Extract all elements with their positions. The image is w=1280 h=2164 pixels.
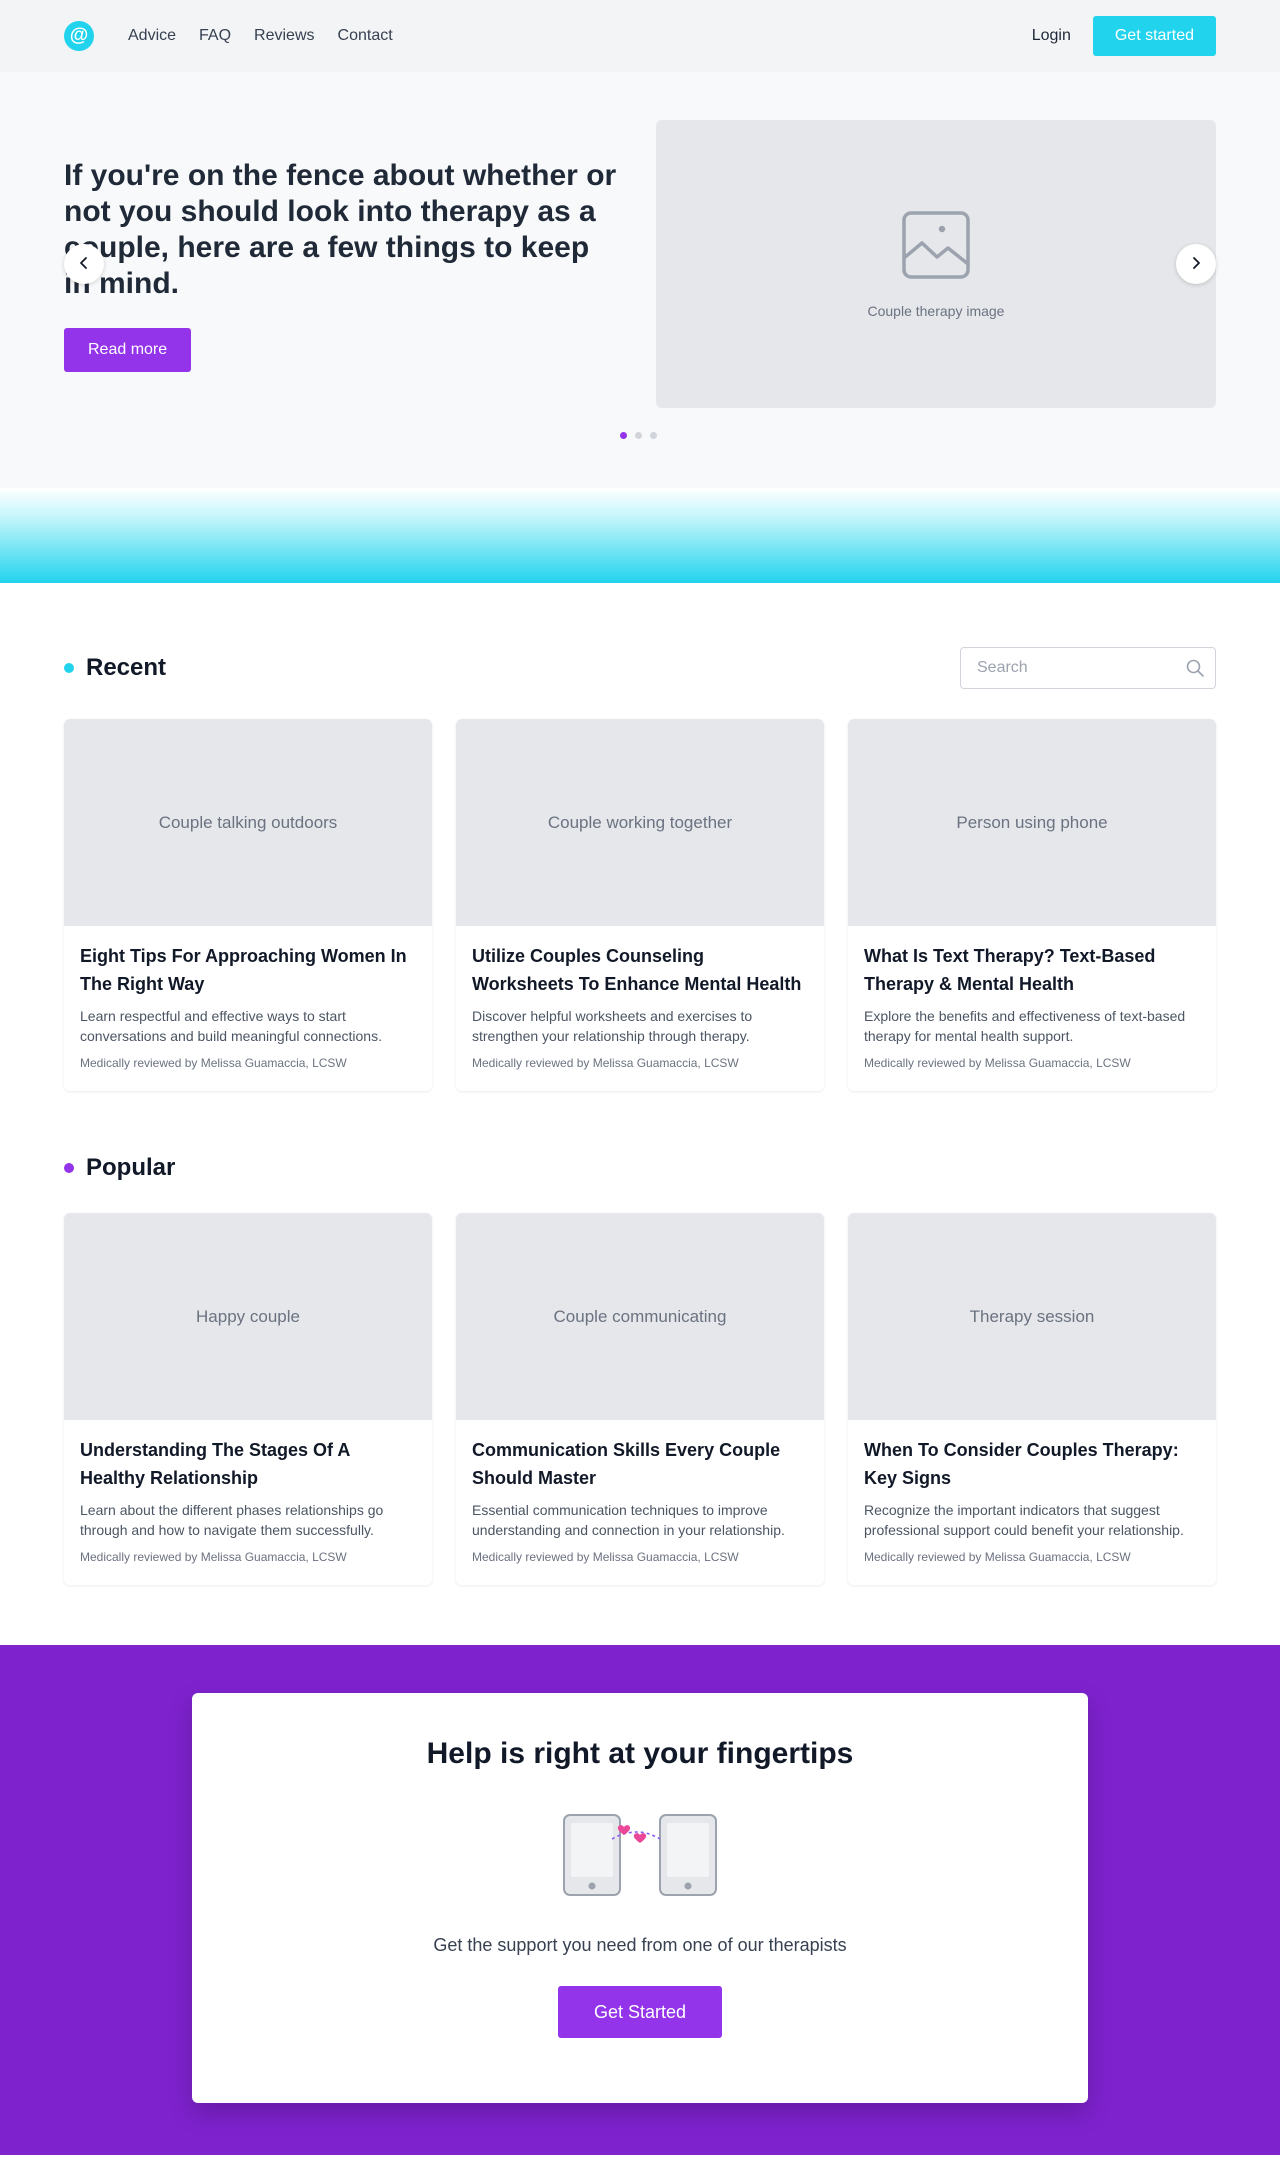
recent-header: Recent	[64, 647, 1216, 689]
card-image: Couple communicating	[456, 1213, 824, 1420]
card-image: Couple talking outdoors	[64, 719, 432, 926]
chevron-left-icon	[77, 254, 91, 275]
popular-header: Popular	[64, 1147, 1216, 1189]
card-reviewer: Medically reviewed by Melissa Guamaccia,…	[864, 1056, 1131, 1070]
search-icon[interactable]	[1185, 658, 1205, 683]
nav-links: Advice FAQ Reviews Contact	[128, 27, 393, 45]
card-title[interactable]: Understanding The Stages Of A Healthy Re…	[80, 1436, 416, 1492]
popular-section: Popular Happy couple Understanding The S…	[0, 1147, 1280, 1585]
cta-get-started-button[interactable]: Get Started	[558, 1986, 722, 2038]
read-more-button[interactable]: Read more	[64, 328, 192, 372]
card-description: Essential communication techniques to im…	[472, 1502, 785, 1538]
recent-section: Recent Couple talking outdoors Eight Tip…	[0, 647, 1280, 1091]
nav-actions: Login Get started	[1032, 16, 1216, 56]
card-title[interactable]: Communication Skills Every Couple Should…	[472, 1436, 808, 1492]
get-started-button[interactable]: Get started	[1092, 16, 1216, 56]
cta-title: Help is right at your fingertips	[426, 1737, 854, 1770]
popular-title: Popular	[86, 1154, 176, 1181]
card-description: Explore the benefits and effectiveness o…	[864, 1008, 1186, 1044]
card-body: When To Consider Couples Therapy: Key Si…	[848, 1420, 1216, 1564]
cta-section: Help is right at your fingertips Get the…	[0, 1645, 1280, 2155]
card-title[interactable]: Utilize Couples Counseling Worksheets To…	[472, 942, 808, 998]
popular-cards: Happy couple Understanding The Stages Of…	[64, 1213, 1216, 1585]
recent-title: Recent	[86, 654, 167, 681]
recent-bullet	[64, 663, 74, 673]
nav-link-reviews[interactable]: Reviews	[254, 27, 314, 45]
article-card[interactable]: Person using phone What Is Text Therapy?…	[848, 719, 1216, 1091]
card-reviewer: Medically reviewed by Melissa Guamaccia,…	[864, 1550, 1131, 1564]
card-title[interactable]: When To Consider Couples Therapy: Key Si…	[864, 1436, 1200, 1492]
card-reviewer: Medically reviewed by Melissa Guamaccia,…	[80, 1056, 347, 1070]
article-card[interactable]: Couple talking outdoors Eight Tips For A…	[64, 719, 432, 1091]
card-reviewer: Medically reviewed by Melissa Guamaccia,…	[80, 1550, 347, 1564]
carousel-dot-3[interactable]	[650, 432, 657, 439]
card-description: Recognize the important indicators that …	[864, 1502, 1184, 1538]
hero-title: If you're on the fence about whether or …	[64, 159, 617, 300]
nav-link-advice[interactable]: Advice	[128, 27, 176, 45]
search-box	[960, 647, 1216, 689]
nav-link-faq[interactable]: FAQ	[199, 27, 231, 45]
card-reviewer: Medically reviewed by Melissa Guamaccia,…	[472, 1550, 739, 1564]
card-image: Therapy session	[848, 1213, 1216, 1420]
image-placeholder-icon	[901, 210, 971, 285]
article-card[interactable]: Therapy session When To Consider Couples…	[848, 1213, 1216, 1585]
carousel-next-button[interactable]	[1176, 244, 1216, 284]
chevron-right-icon	[1189, 254, 1203, 275]
card-image: Person using phone	[848, 719, 1216, 926]
recent-cards: Couple talking outdoors Eight Tips For A…	[64, 719, 1216, 1091]
card-body: Communication Skills Every Couple Should…	[456, 1420, 824, 1564]
login-link[interactable]: Login	[1032, 27, 1071, 45]
carousel-dot-2[interactable]	[635, 432, 642, 439]
card-body: Eight Tips For Approaching Women In The …	[64, 926, 432, 1070]
hero-image-caption: Couple therapy image	[867, 302, 1005, 319]
card-title[interactable]: Eight Tips For Approaching Women In The …	[80, 942, 416, 998]
article-card[interactable]: Couple communicating Communication Skill…	[456, 1213, 824, 1585]
card-description: Learn respectful and effective ways to s…	[80, 1008, 382, 1044]
search-input[interactable]	[961, 648, 1215, 688]
phones-hearts-illustration	[563, 1814, 717, 1896]
logo[interactable]: @	[64, 21, 94, 51]
carousel-dot-1[interactable]	[620, 432, 627, 439]
hero-wave-divider	[0, 488, 1280, 583]
carousel-dots	[620, 432, 657, 439]
article-card[interactable]: Couple working together Utilize Couples …	[456, 719, 824, 1091]
card-title[interactable]: What Is Text Therapy? Text-Based Therapy…	[864, 942, 1200, 998]
carousel-prev-button[interactable]	[64, 244, 104, 284]
card-body: Utilize Couples Counseling Worksheets To…	[456, 926, 824, 1070]
card-description: Learn about the different phases relatio…	[80, 1502, 384, 1538]
card-image: Couple working together	[456, 719, 824, 926]
article-card[interactable]: Happy couple Understanding The Stages Of…	[64, 1213, 432, 1585]
card-description: Discover helpful worksheets and exercise…	[472, 1008, 753, 1044]
nav-link-contact[interactable]: Contact	[338, 27, 393, 45]
card-body: What Is Text Therapy? Text-Based Therapy…	[848, 926, 1216, 1070]
card-reviewer: Medically reviewed by Melissa Guamaccia,…	[472, 1056, 739, 1070]
hero-image: Couple therapy image	[656, 120, 1216, 408]
hero-carousel: If you're on the fence about whether or …	[0, 72, 1280, 488]
popular-bullet	[64, 1163, 74, 1173]
card-image: Happy couple	[64, 1213, 432, 1420]
card-body: Understanding The Stages Of A Healthy Re…	[64, 1420, 432, 1564]
top-navbar: @ Advice FAQ Reviews Contact Login Get s…	[0, 0, 1280, 72]
cta-text: Get the support you need from one of our…	[433, 1935, 847, 1955]
cta-card: Help is right at your fingertips Get the…	[192, 1693, 1088, 2103]
hero-text: If you're on the fence about whether or …	[64, 158, 624, 372]
